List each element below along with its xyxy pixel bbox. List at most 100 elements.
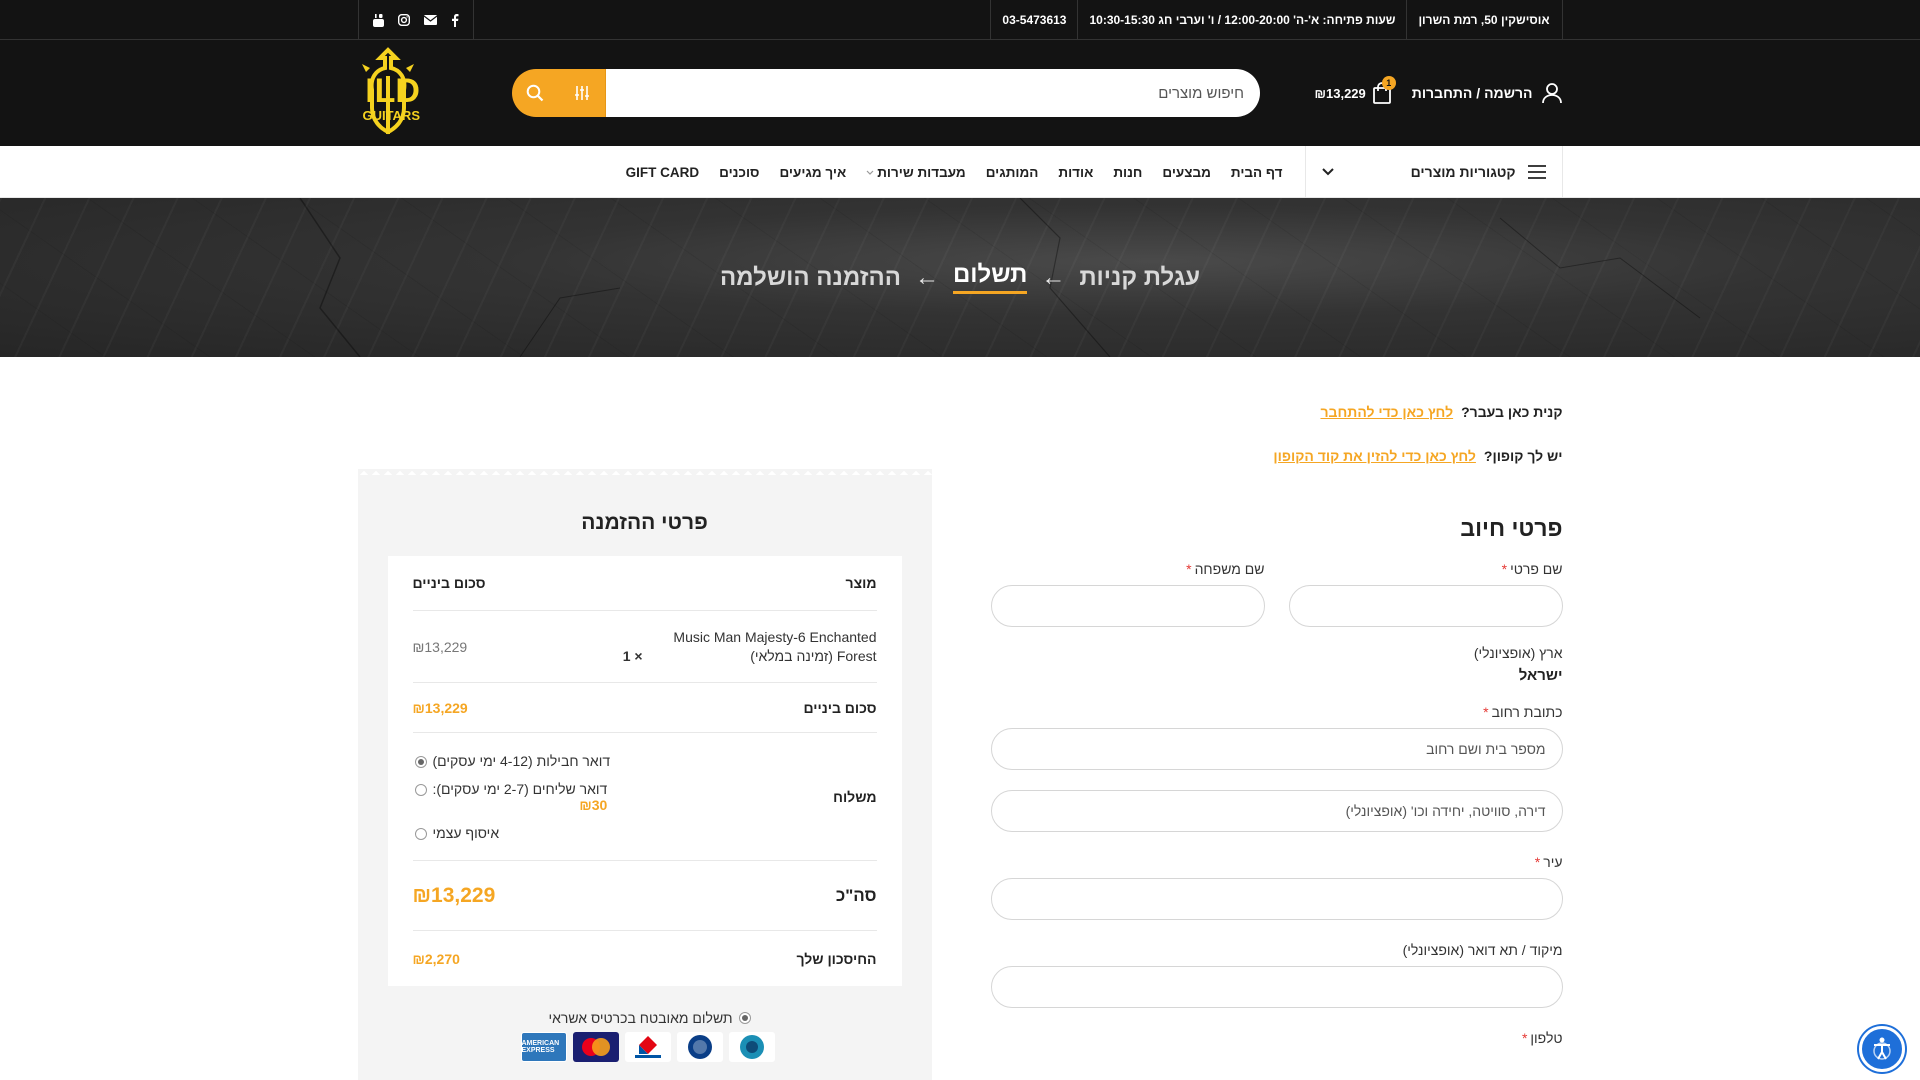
total-value: ₪13,229 <box>412 883 496 907</box>
search-input[interactable] <box>606 69 1261 117</box>
radio-checked[interactable] <box>738 1012 751 1024</box>
country-value: ישראל <box>1518 667 1563 684</box>
zip-field: מיקוד / תא דואר (אופציונלי) <box>990 942 1563 1008</box>
diners-card-icon <box>676 1032 723 1062</box>
zip-input[interactable] <box>990 966 1563 1008</box>
order-summary: פרטי ההזמנה מוצר סכום ביניים Music Man M… <box>357 469 932 1080</box>
street-label: כתובת רחוב <box>1491 704 1563 720</box>
nav-home[interactable]: דף הבית <box>1221 165 1293 180</box>
subtotal-label: סכום ביניים <box>803 699 877 716</box>
savings-row: החיסכון שלך ₪2,270 <box>413 931 877 986</box>
categories-menu[interactable]: קטגוריות מוצרים <box>1304 146 1563 198</box>
cart-count-badge: 1 <box>1381 76 1396 90</box>
billing-title: פרטי חיוב <box>1460 515 1563 541</box>
instagram-icon[interactable] <box>397 14 410 26</box>
last-name-label: שם משפחה <box>1194 561 1265 577</box>
required-mark: * <box>1483 704 1489 720</box>
nav-gift-card[interactable]: GIFT CARD <box>616 165 710 180</box>
store-info: אוסישקין 50, רמת השרון שעות פתיחה: א'-ה'… <box>990 0 1561 40</box>
subtotal-row: סכום ביניים ₪13,229 <box>412 683 877 733</box>
top-bar: אוסישקין 50, רמת השרון שעות פתיחה: א'-ה'… <box>0 0 1920 40</box>
shipping-option-courier[interactable]: דואר שליחים (2-7 ימי עסקים): ₪30 <box>414 780 608 813</box>
cart-link[interactable]: 1 ₪13,229 <box>1314 76 1396 104</box>
last-name-field: שם משפחה* <box>990 561 1265 627</box>
billing-form: פרטי חיוב שם פרטי* שם משפחה* ארץ (אופציו… <box>990 515 1563 1064</box>
shipping-option-price: ₪30 <box>579 796 608 813</box>
svg-text:ILD: ILD <box>365 72 420 110</box>
radio-checked[interactable] <box>414 755 427 768</box>
shipping-label: משלוח <box>833 788 877 805</box>
coupon-link[interactable]: לחץ כאן כדי להזין את קוד הקופון <box>1273 448 1476 464</box>
store-phone[interactable]: 03-5473613 <box>990 0 1077 40</box>
login-link[interactable]: לחץ כאן כדי להתחבר <box>1320 404 1453 420</box>
sliders-icon <box>574 86 589 100</box>
order-table: מוצר סכום ביניים Music Man Majesty-6 Enc… <box>387 556 902 986</box>
nav-service-labs-label: מעבדות שירות <box>877 164 966 180</box>
country-label: ארץ (אופציונלי) <box>1473 645 1563 661</box>
last-name-input[interactable] <box>990 585 1265 627</box>
shipping-option-label: דואר שליחים (2-7 ימי עסקים): <box>432 780 608 797</box>
order-title: פרטי ההזמנה <box>581 511 708 534</box>
accessibility-icon <box>1873 1037 1891 1060</box>
street-field: כתובת רחוב* <box>990 704 1563 770</box>
envelope-icon[interactable] <box>423 15 437 25</box>
shopping-bag-icon: 1 <box>1372 76 1396 104</box>
nav-brands[interactable]: המותגים <box>976 165 1049 180</box>
site-logo[interactable]: ILD GUITARS <box>358 46 488 141</box>
product-qty: × 1 <box>622 647 643 664</box>
opening-hours: שעות פתיחה: א'-ה' 12:00-20:00 / ו' וערבי… <box>1077 0 1406 40</box>
hamburger-icon <box>1527 165 1546 179</box>
account-link[interactable]: הרשמה / התחברות <box>1412 82 1563 104</box>
apartment-input[interactable] <box>990 790 1563 832</box>
nav-sales[interactable]: מבצעים <box>1152 165 1221 180</box>
payment-method-credit[interactable]: תשלום מאובטח בכרטיס אשראי <box>548 1010 758 1026</box>
required-mark: * <box>1521 1030 1528 1046</box>
order-table-header: מוצר סכום ביניים <box>412 556 877 611</box>
arrow-left-icon: ← <box>1041 263 1066 291</box>
city-input[interactable] <box>990 878 1563 920</box>
shipping-row: משלוח דואר חבילות (4-12 ימי עסקים) דואר … <box>412 733 877 861</box>
shipping-option-pickup[interactable]: איסוף עצמי <box>414 825 499 841</box>
coupon-question: יש לך קופון? <box>1483 448 1563 464</box>
savings-value: ₪2,270 <box>412 950 460 967</box>
facebook-icon[interactable] <box>451 13 459 27</box>
savings-label: החיסכון שלך <box>796 950 877 967</box>
nav-agents[interactable]: סוכנים <box>709 165 769 180</box>
shipping-option-parcel[interactable]: דואר חבילות (4-12 ימי עסקים) <box>414 753 610 769</box>
accessibility-button[interactable] <box>1859 1026 1905 1072</box>
checkout-hero: עגלת קניות ← תשלום ← ההזמנה הושלמה <box>0 198 1920 357</box>
search-button[interactable] <box>512 69 559 117</box>
nav-links: דף הבית מבצעים חנות אודות המותגים מעבדות… <box>616 165 1305 180</box>
categories-label: קטגוריות מוצרים <box>1410 164 1516 180</box>
required-mark: * <box>1501 561 1508 577</box>
arrow-left-icon: ← <box>915 263 939 291</box>
street-input[interactable] <box>990 728 1563 770</box>
shipping-options: דואר חבילות (4-12 ימי עסקים) דואר שליחים… <box>413 753 610 841</box>
checkout-steps: עגלת קניות ← תשלום ← ההזמנה הושלמה <box>720 261 1200 294</box>
nav-directions[interactable]: איך מגיעים <box>769 165 856 180</box>
radio[interactable] <box>414 783 427 796</box>
required-mark: * <box>1534 854 1541 870</box>
site-header: הרשמה / התחברות 1 ₪13,229 חיפוש מוצרים I… <box>0 40 1920 146</box>
step-payment: תשלום <box>953 261 1028 294</box>
product-name: Music Man Majesty-6 Enchanted Forest (זמ… <box>673 628 877 664</box>
apartment-field <box>990 790 1563 832</box>
filter-button[interactable] <box>558 69 607 117</box>
step-cart[interactable]: עגלת קניות <box>1079 264 1200 292</box>
youtube-icon[interactable] <box>372 13 384 27</box>
nav-service-labs[interactable]: מעבדות שירות <box>856 165 976 180</box>
nav-shop[interactable]: חנות <box>1103 165 1152 180</box>
product-price: ₪13,229 <box>412 638 468 655</box>
payment-label: תשלום מאובטח בכרטיס אשראי <box>548 1010 733 1026</box>
cart-total: ₪13,229 <box>1314 85 1366 101</box>
nav-about[interactable]: אודות <box>1048 165 1103 180</box>
returning-question: קנית כאן בעבר? <box>1461 404 1563 420</box>
first-name-input[interactable] <box>1288 585 1563 627</box>
coupon-notice: יש לך קופון? לחץ כאן כדי להזין את קוד הק… <box>1273 446 1562 466</box>
svg-text:GUITARS: GUITARS <box>362 108 420 123</box>
store-address: אוסישקין 50, רמת השרון <box>1406 0 1561 40</box>
total-label: סה"כ <box>835 885 877 905</box>
order-item-row: Music Man Majesty-6 Enchanted Forest (זמ… <box>412 611 877 683</box>
radio[interactable] <box>414 827 427 840</box>
required-mark: * <box>1186 561 1192 577</box>
